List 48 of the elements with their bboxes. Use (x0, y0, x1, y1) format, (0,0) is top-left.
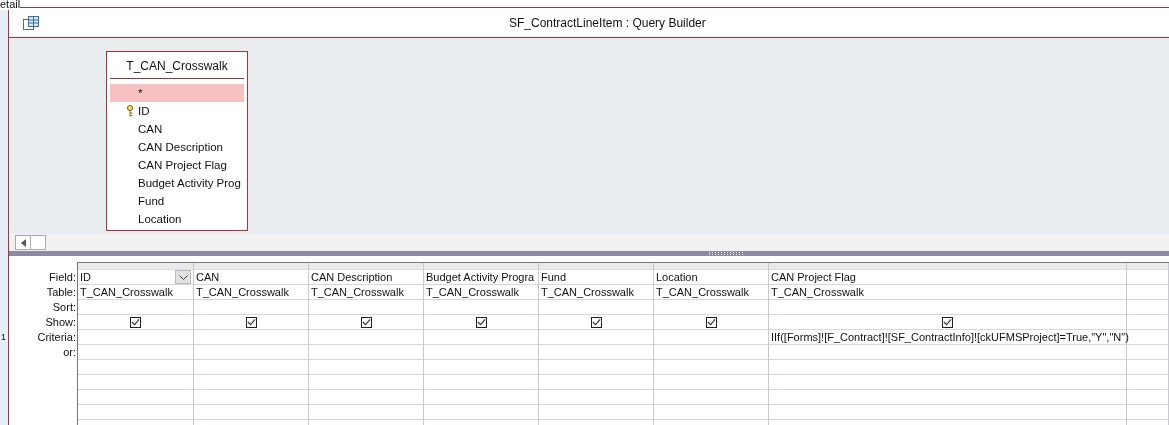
field-list-item[interactable]: * (110, 84, 244, 102)
show-checkbox[interactable] (360, 316, 372, 328)
field-list-item[interactable]: Budget Activity Prog (110, 174, 244, 192)
show-checkbox[interactable] (942, 316, 953, 328)
ruler-number: 1 (1, 332, 6, 342)
show-checkbox[interactable] (130, 316, 141, 328)
field-list-item[interactable]: ID (110, 102, 244, 120)
row-label: Table: (45, 285, 77, 300)
scroll-left-button[interactable] (15, 235, 31, 250)
show-checkbox[interactable] (705, 316, 717, 328)
field-cell[interactable]: Location (654, 270, 768, 285)
field-cell[interactable]: CAN Project Flag (769, 270, 1126, 285)
table-name: T_CAN_Crosswalk (110, 59, 244, 79)
table-cell[interactable]: T_CAN_Crosswalk (309, 285, 423, 300)
table-cell[interactable]: T_CAN_Crosswalk (78, 285, 193, 300)
show-checkbox[interactable] (590, 316, 602, 328)
horizontal-scrollbar[interactable] (9, 234, 1169, 251)
table-cell[interactable]: T_CAN_Crosswalk (654, 285, 768, 300)
dropdown-button[interactable] (175, 270, 191, 284)
row-label: Field: (48, 270, 77, 285)
table-cell[interactable]: T_CAN_Crosswalk (194, 285, 308, 300)
criteria-expression[interactable]: IIf([Forms]![F_Contract]![SF_ContractInfo]![ckUFMSProject]=True,"Y","N") (771, 331, 1129, 343)
row-label: Criteria: (36, 330, 77, 345)
show-checkbox[interactable] (245, 316, 257, 328)
table-cell[interactable]: T_CAN_Crosswalk (424, 285, 538, 300)
field-cell[interactable]: Budget Activity Progra (424, 270, 538, 285)
table-cell[interactable]: T_CAN_Crosswalk (769, 285, 1126, 300)
field-list-item[interactable]: CAN (110, 120, 244, 138)
chevron-down-icon (178, 274, 188, 280)
section-label: etail (0, 0, 21, 10)
field-list-item[interactable]: Location (110, 210, 244, 228)
row-label: Show: (44, 315, 77, 330)
field-list-item[interactable]: CAN Project Flag (110, 156, 244, 174)
field-cell[interactable]: CAN (194, 270, 308, 285)
left-arrow-icon (20, 238, 26, 247)
table-grid-icon (23, 15, 39, 30)
scroll-thumb[interactable] (31, 235, 46, 250)
row-label: Sort: (51, 300, 77, 315)
window-title: SF_ContractLineItem : Query Builder (509, 16, 706, 30)
field-cell[interactable]: CAN Description (309, 270, 423, 285)
row-label: or: (62, 345, 77, 360)
field-cell[interactable]: ID (78, 270, 193, 285)
grip-icon (708, 252, 745, 255)
field-cell[interactable]: Fund (539, 270, 653, 285)
field-list-item[interactable]: CAN Description (110, 138, 244, 156)
field-list-item[interactable]: Fund (110, 192, 244, 210)
show-checkbox[interactable] (475, 316, 487, 328)
table-cell[interactable]: T_CAN_Crosswalk (539, 285, 653, 300)
